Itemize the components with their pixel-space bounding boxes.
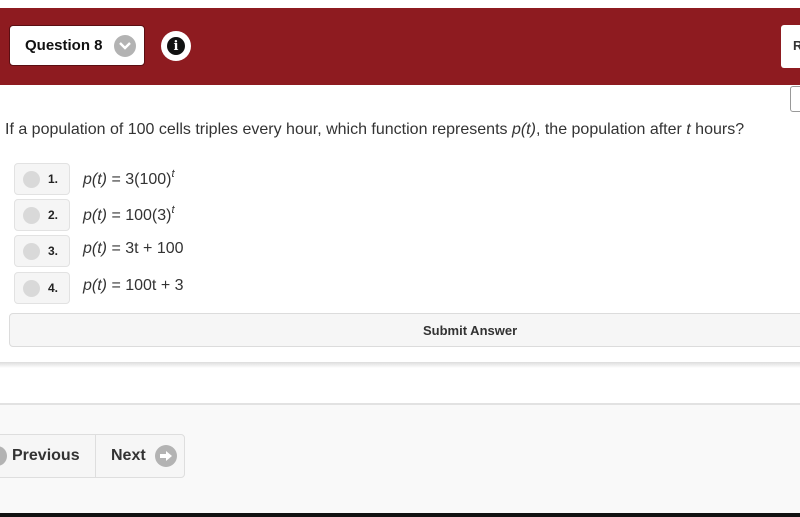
choice-exponent: t	[171, 204, 175, 216]
question-selector-label: Question 8	[25, 37, 103, 54]
card-divider	[0, 362, 800, 368]
question-text-part: , the population after	[535, 121, 687, 138]
choice-button[interactable]: 3.	[14, 235, 70, 267]
answer-choice-1[interactable]: 1. p(t) = 3(100)t	[14, 163, 614, 195]
next-label: Next	[111, 447, 146, 464]
previous-button[interactable]: Previous	[0, 435, 96, 477]
bottom-edge	[0, 513, 800, 517]
choice-lhs: p(t)	[83, 240, 107, 257]
choice-expression: p(t) = 100(3)t	[83, 204, 175, 225]
choice-number: 1.	[48, 172, 59, 186]
choice-expression: p(t) = 3(100)t	[83, 168, 175, 189]
choice-lhs: p(t)	[83, 207, 107, 224]
radio-icon[interactable]	[23, 280, 40, 297]
choice-rhs: = 3t + 100	[107, 240, 184, 257]
choice-number: 2.	[48, 208, 59, 222]
top-strip	[0, 0, 800, 8]
toggle-box[interactable]	[790, 86, 800, 112]
choice-lhs: p(t)	[83, 171, 107, 188]
question-selector[interactable]: Question 8	[9, 25, 145, 66]
submit-answer-button[interactable]: Submit Answer	[9, 313, 800, 347]
arrow-right-circle-icon	[155, 445, 177, 467]
info-button[interactable]: i	[161, 31, 191, 61]
choice-button[interactable]: 1.	[14, 163, 70, 195]
choice-button[interactable]: 2.	[14, 199, 70, 231]
nav-button-group: Previous Next	[0, 434, 185, 478]
next-button[interactable]: Next	[96, 435, 184, 477]
choice-rhs: = 100t + 3	[107, 277, 184, 294]
choice-exponent: t	[171, 168, 175, 180]
right-header-button[interactable]: R	[781, 25, 800, 68]
choice-number: 4.	[48, 281, 59, 295]
question-text-part: hours?	[690, 121, 745, 138]
arrow-left-circle-icon	[0, 446, 7, 466]
radio-icon[interactable]	[23, 207, 40, 224]
choice-button[interactable]: 4.	[14, 272, 70, 304]
choice-rhs: = 3(100)	[107, 171, 172, 188]
chevron-down-icon	[114, 35, 136, 57]
submit-answer-label: Submit Answer	[423, 323, 518, 338]
choice-expression: p(t) = 100t + 3	[83, 277, 184, 295]
answer-choice-2[interactable]: 2. p(t) = 100(3)t	[14, 199, 614, 231]
footer-navigation: Previous Next	[0, 403, 800, 513]
radio-icon[interactable]	[23, 171, 40, 188]
question-text-part: If a population of 100 cells triples eve…	[5, 121, 512, 138]
info-icon: i	[167, 37, 185, 55]
choice-number: 3.	[48, 244, 59, 258]
question-function: p(t)	[511, 121, 536, 138]
choice-expression: p(t) = 3t + 100	[83, 240, 184, 258]
choice-rhs: = 100(3)	[107, 207, 172, 224]
answer-choice-3[interactable]: 3. p(t) = 3t + 100	[14, 235, 614, 267]
question-text: If a population of 100 cells triples eve…	[5, 121, 744, 139]
quiz-header: Question 8 i R	[0, 8, 800, 85]
choice-lhs: p(t)	[83, 277, 107, 294]
previous-label: Previous	[12, 447, 80, 464]
answer-choice-4[interactable]: 4. p(t) = 100t + 3	[14, 272, 614, 304]
radio-icon[interactable]	[23, 243, 40, 260]
